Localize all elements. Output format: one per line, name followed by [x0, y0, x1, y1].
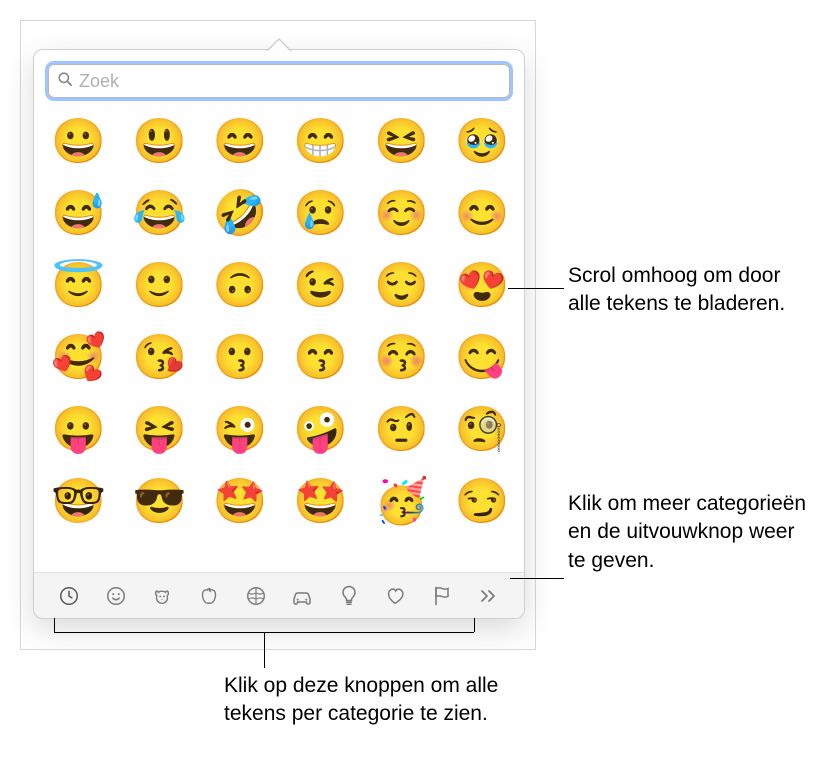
emoji-cell[interactable]: 😁 — [293, 116, 345, 168]
callout-bracket — [264, 632, 265, 668]
emoji-cell[interactable]: 😚 — [374, 332, 426, 384]
emoji-cell[interactable]: 😉 — [293, 260, 345, 312]
screenshot-frame: 😀 😃 😄 😁 😆 🥹 😅 😂 🤣 😢 ☺️ 😊 😇 🙂 🙃 😉 😌 😍 🥰 😘 😗 😙 😚 😋 😛 😝 😜 🤪 🤨 🧐 🤓 😎 🤩 🤩 🥳 😏 — [20, 20, 536, 650]
emoji-grid: 😀 😃 😄 😁 😆 🥹 😅 😂 🤣 😢 ☺️ 😊 😇 🙂 🙃 😉 😌 😍 🥰 😘 😗 😙 😚 😋 😛 😝 😜 🤪 🤨 🧐 🤓 😎 🤩 🤩 🥳 😏 — [50, 116, 508, 528]
emoji-cell[interactable]: 🤨 — [374, 404, 426, 456]
callout-line — [510, 578, 564, 579]
emoji-cell[interactable]: 😏 — [455, 476, 507, 528]
emoji-cell[interactable]: 😌 — [374, 260, 426, 312]
category-objects-button[interactable] — [331, 578, 367, 614]
emoji-cell[interactable]: 😇 — [51, 260, 103, 312]
emoji-cell[interactable]: 😂 — [132, 188, 184, 240]
search-input[interactable] — [79, 71, 501, 92]
emoji-cell[interactable]: 🥰 — [51, 332, 103, 384]
callout-scroll-text: Scrol omhoog om door alle tekens te blad… — [568, 262, 808, 319]
emoji-cell[interactable]: 😋 — [455, 332, 507, 384]
emoji-cell[interactable]: 🤪 — [293, 404, 345, 456]
callout-bracket — [474, 618, 475, 632]
callout-bracket — [54, 618, 55, 632]
emoji-cell[interactable]: 😘 — [132, 332, 184, 384]
category-activity-button[interactable] — [238, 578, 274, 614]
category-animals-button[interactable] — [144, 578, 180, 614]
category-flags-button[interactable] — [424, 578, 460, 614]
callout-more-text: Klik om meer categorieën en de uitvouwkn… — [568, 490, 808, 575]
emoji-cell[interactable]: 😗 — [213, 332, 265, 384]
emoji-cell[interactable]: 🤩 — [213, 476, 265, 528]
emoji-cell[interactable]: 😆 — [374, 116, 426, 168]
emoji-cell[interactable]: 😎 — [132, 476, 184, 528]
callout-categories-text: Klik op deze knoppen om alle tekens per … — [224, 672, 544, 729]
search-container — [34, 50, 524, 108]
emoji-cell[interactable]: 🥳 — [374, 476, 426, 528]
more-categories-button[interactable] — [471, 578, 507, 614]
category-smileys-button[interactable] — [98, 578, 134, 614]
category-food-button[interactable] — [191, 578, 227, 614]
emoji-cell[interactable]: 🤣 — [213, 188, 265, 240]
emoji-cell[interactable]: 😙 — [293, 332, 345, 384]
emoji-cell[interactable]: 😊 — [455, 188, 507, 240]
emoji-cell[interactable]: ☺️ — [374, 188, 426, 240]
emoji-cell[interactable]: 😍 — [455, 260, 507, 312]
emoji-cell[interactable]: 😅 — [51, 188, 103, 240]
emoji-cell[interactable]: 😀 — [51, 116, 103, 168]
category-travel-button[interactable] — [284, 578, 320, 614]
emoji-cell[interactable]: 🙃 — [213, 260, 265, 312]
character-viewer-popover: 😀 😃 😄 😁 😆 🥹 😅 😂 🤣 😢 ☺️ 😊 😇 🙂 🙃 😉 😌 😍 🥰 😘 😗 😙 😚 😋 😛 😝 😜 🤪 🤨 🧐 🤓 😎 🤩 🤩 🥳 😏 — [33, 49, 525, 619]
emoji-cell[interactable]: 🧐 — [455, 404, 507, 456]
emoji-cell[interactable]: 😝 — [132, 404, 184, 456]
emoji-cell[interactable]: 🥹 — [455, 116, 507, 168]
callout-line — [508, 288, 564, 289]
emoji-cell[interactable]: 😃 — [132, 116, 184, 168]
emoji-cell[interactable]: 😛 — [51, 404, 103, 456]
emoji-cell[interactable]: 😢 — [293, 188, 345, 240]
category-bar — [34, 572, 524, 618]
category-recent-button[interactable] — [51, 578, 87, 614]
emoji-scroll-area[interactable]: 😀 😃 😄 😁 😆 🥹 😅 😂 🤣 😢 ☺️ 😊 😇 🙂 🙃 😉 😌 😍 🥰 😘 😗 😙 😚 😋 😛 😝 😜 🤪 🤨 🧐 🤓 😎 🤩 🤩 🥳 😏 — [34, 108, 524, 528]
search-icon — [57, 71, 73, 92]
emoji-cell[interactable]: 🤩 — [293, 476, 345, 528]
emoji-cell[interactable]: 😄 — [213, 116, 265, 168]
emoji-cell[interactable]: 🙂 — [132, 260, 184, 312]
emoji-cell[interactable]: 🤓 — [51, 476, 103, 528]
emoji-cell[interactable]: 😜 — [213, 404, 265, 456]
category-symbols-button[interactable] — [377, 578, 413, 614]
search-field[interactable] — [48, 64, 510, 98]
